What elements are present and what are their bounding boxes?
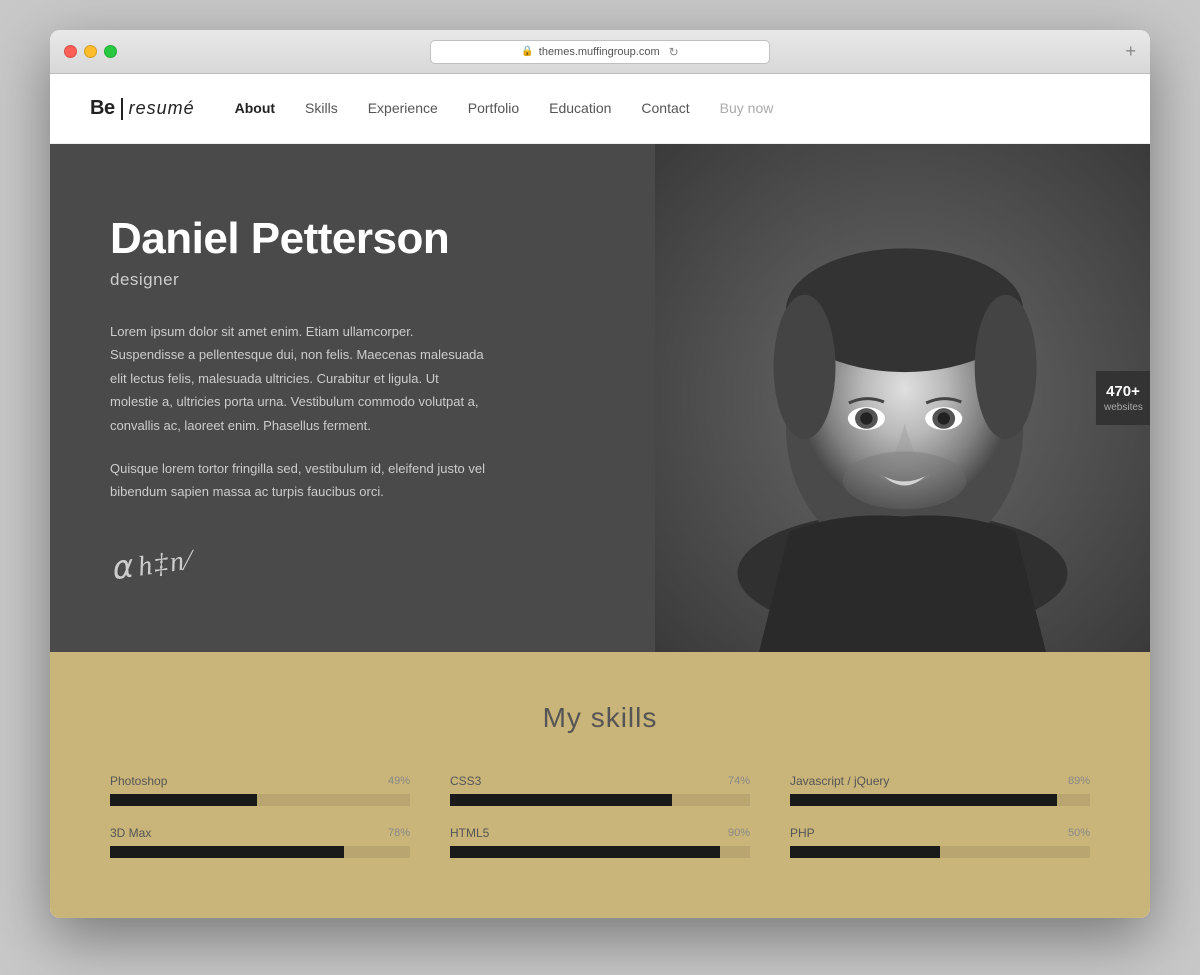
nav-item-education[interactable]: Education — [549, 100, 611, 118]
url-box[interactable]: 🔒 themes.muffingroup.com ↻ — [430, 40, 770, 64]
nav-item-contact[interactable]: Contact — [641, 100, 689, 118]
skills-title: My skills — [110, 702, 1090, 734]
skill-item: CSS3 74% — [450, 774, 750, 806]
url-text: themes.muffingroup.com — [539, 46, 660, 58]
skill-bar-bg — [450, 794, 750, 806]
hero-job-title: designer — [110, 270, 595, 290]
refresh-icon[interactable]: ↻ — [669, 45, 679, 59]
hero-section: Daniel Petterson designer Lorem ipsum do… — [50, 144, 1150, 652]
side-badge-text: websites — [1104, 402, 1142, 413]
window-controls — [64, 45, 117, 58]
nav-item-about[interactable]: About — [235, 100, 275, 118]
skill-bar-fill — [450, 846, 720, 858]
skill-name: Photoshop — [110, 774, 167, 788]
skill-name: Javascript / jQuery — [790, 774, 889, 788]
skill-item: Photoshop 49% — [110, 774, 410, 806]
skill-bar-fill — [450, 794, 672, 806]
side-badge: 470+ websites — [1096, 371, 1150, 425]
skill-bar-bg — [110, 846, 410, 858]
skill-percent: 78% — [388, 827, 410, 839]
logo[interactable]: Be resumé — [90, 97, 195, 120]
minimize-button[interactable] — [84, 45, 97, 58]
skill-bar-fill — [790, 846, 940, 858]
skill-header: Javascript / jQuery 89% — [790, 774, 1090, 788]
skill-bar-fill — [110, 846, 344, 858]
skill-bar-fill — [110, 794, 257, 806]
skill-header: CSS3 74% — [450, 774, 750, 788]
skill-bar-bg — [790, 846, 1090, 858]
nav-link-about: About — [235, 100, 275, 116]
nav-item-portfolio[interactable]: Portfolio — [468, 100, 519, 118]
hero-content: Daniel Petterson designer Lorem ipsum do… — [50, 144, 655, 652]
title-bar: 🔒 themes.muffingroup.com ↻ + — [50, 30, 1150, 74]
logo-separator — [121, 98, 123, 120]
skill-name: 3D Max — [110, 826, 151, 840]
skill-percent: 49% — [388, 775, 410, 787]
side-badge-number: 470+ — [1104, 383, 1142, 400]
hero-portrait-svg — [655, 144, 1150, 652]
nav-link-education: Education — [549, 100, 611, 116]
close-button[interactable] — [64, 45, 77, 58]
maximize-button[interactable] — [104, 45, 117, 58]
skills-section: My skills Photoshop 49% CSS3 74% Javascr… — [50, 652, 1150, 918]
nav-link-experience: Experience — [368, 100, 438, 116]
skill-percent: 89% — [1068, 775, 1090, 787]
nav-link-contact: Contact — [641, 100, 689, 116]
skill-item: 3D Max 78% — [110, 826, 410, 858]
add-tab-button[interactable]: + — [1125, 41, 1136, 62]
skill-header: Photoshop 49% — [110, 774, 410, 788]
skill-header: HTML5 90% — [450, 826, 750, 840]
hero-signature: ⍺ h‡n⁄ — [108, 538, 195, 587]
skill-name: PHP — [790, 826, 815, 840]
lock-icon: 🔒 — [521, 46, 533, 57]
nav-link-buy-now: Buy now — [720, 100, 774, 116]
skill-percent: 90% — [728, 827, 750, 839]
skill-name: HTML5 — [450, 826, 489, 840]
navbar: Be resumé About Skills Experience Portfo… — [50, 74, 1150, 144]
nav-links: About Skills Experience Portfolio Educat… — [235, 100, 774, 118]
nav-link-portfolio: Portfolio — [468, 100, 519, 116]
hero-name: Daniel Petterson — [110, 214, 595, 264]
hero-bio-paragraph-1: Lorem ipsum dolor sit amet enim. Etiam u… — [110, 320, 490, 437]
skill-bar-bg — [790, 794, 1090, 806]
skill-item: Javascript / jQuery 89% — [790, 774, 1090, 806]
nav-item-experience[interactable]: Experience — [368, 100, 438, 118]
nav-link-skills: Skills — [305, 100, 338, 116]
logo-light: resumé — [129, 98, 195, 119]
hero-image-area — [655, 144, 1150, 652]
nav-item-buy-now[interactable]: Buy now — [720, 100, 774, 118]
logo-bold: Be — [90, 97, 115, 120]
hero-bio-paragraph-2: Quisque lorem tortor fringilla sed, vest… — [110, 457, 490, 504]
skill-item: PHP 50% — [790, 826, 1090, 858]
skill-header: PHP 50% — [790, 826, 1090, 840]
skill-bar-bg — [110, 794, 410, 806]
skill-name: CSS3 — [450, 774, 481, 788]
nav-item-skills[interactable]: Skills — [305, 100, 338, 118]
site-content: Be resumé About Skills Experience Portfo… — [50, 74, 1150, 918]
address-bar: 🔒 themes.muffingroup.com ↻ — [62, 40, 1138, 64]
skill-header: 3D Max 78% — [110, 826, 410, 840]
skill-bar-fill — [790, 794, 1057, 806]
skills-grid: Photoshop 49% CSS3 74% Javascript / jQue… — [110, 774, 1090, 858]
skill-bar-bg — [450, 846, 750, 858]
skill-percent: 50% — [1068, 827, 1090, 839]
skill-item: HTML5 90% — [450, 826, 750, 858]
skill-percent: 74% — [728, 775, 750, 787]
browser-window: 🔒 themes.muffingroup.com ↻ + Be resumé A… — [50, 30, 1150, 918]
